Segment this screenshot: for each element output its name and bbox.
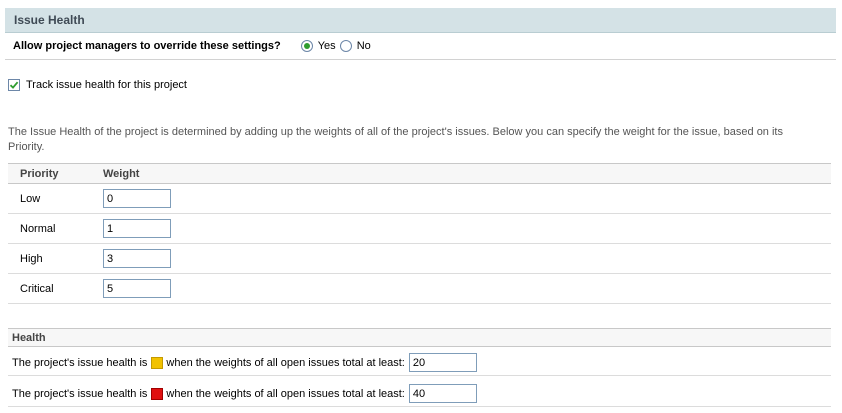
issue-health-panel: Issue Health Allow project managers to o…: [5, 8, 836, 60]
no-radio[interactable]: [339, 40, 352, 52]
red-threshold-input[interactable]: 40: [408, 384, 477, 403]
no-radio-label[interactable]: No: [357, 40, 371, 52]
weight-column-header: Weight: [103, 163, 831, 184]
track-issue-health-row: Track issue health for this project: [8, 79, 187, 91]
yellow-square-icon: [151, 356, 164, 369]
priority-critical-label: Critical: [8, 273, 103, 304]
health-prefix-text: The project's issue health is: [12, 356, 148, 369]
table-row: High 3: [8, 243, 831, 274]
table-row: Normal 1: [8, 213, 831, 244]
track-issue-health-label[interactable]: Track issue health for this project: [26, 79, 187, 91]
track-issue-health-checkbox[interactable]: [8, 79, 20, 91]
yes-radio-label[interactable]: Yes: [318, 40, 336, 52]
priority-weight-table: Priority Weight Low 0 Normal 1 High 3 Cr…: [8, 163, 831, 304]
radio-selected-dot: [303, 43, 310, 49]
health-threshold-yellow-row: The project's issue health is when the w…: [8, 350, 831, 376]
weight-low-input[interactable]: 0: [103, 189, 171, 208]
override-settings-row: Allow project managers to override these…: [5, 33, 836, 60]
health-suffix-text: when the weights of all open issues tota…: [166, 356, 405, 369]
checkmark-icon: [9, 81, 19, 89]
health-section-header: Health: [8, 328, 831, 347]
priority-low-label: Low: [8, 183, 103, 214]
override-question: Allow project managers to override these…: [13, 40, 281, 52]
priority-normal-label: Normal: [8, 213, 103, 244]
priority-high-label: High: [8, 243, 103, 274]
red-square-icon: [151, 387, 164, 400]
yes-radio[interactable]: [300, 40, 313, 52]
panel-title: Issue Health: [5, 8, 836, 33]
weight-normal-input[interactable]: 1: [103, 219, 171, 238]
table-row: Critical 5: [8, 273, 831, 304]
table-header-row: Priority Weight: [8, 163, 831, 184]
health-suffix-text: when the weights of all open issues tota…: [166, 387, 405, 400]
table-row: Low 0: [8, 183, 831, 214]
yellow-threshold-input[interactable]: 20: [408, 353, 477, 372]
weight-high-input[interactable]: 3: [103, 249, 171, 268]
health-threshold-red-row: The project's issue health is when the w…: [8, 381, 831, 407]
health-prefix-text: The project's issue health is: [12, 387, 148, 400]
weight-critical-input[interactable]: 5: [103, 279, 171, 298]
issue-health-description: The Issue Health of the project is deter…: [8, 126, 783, 153]
priority-column-header: Priority: [8, 163, 103, 184]
